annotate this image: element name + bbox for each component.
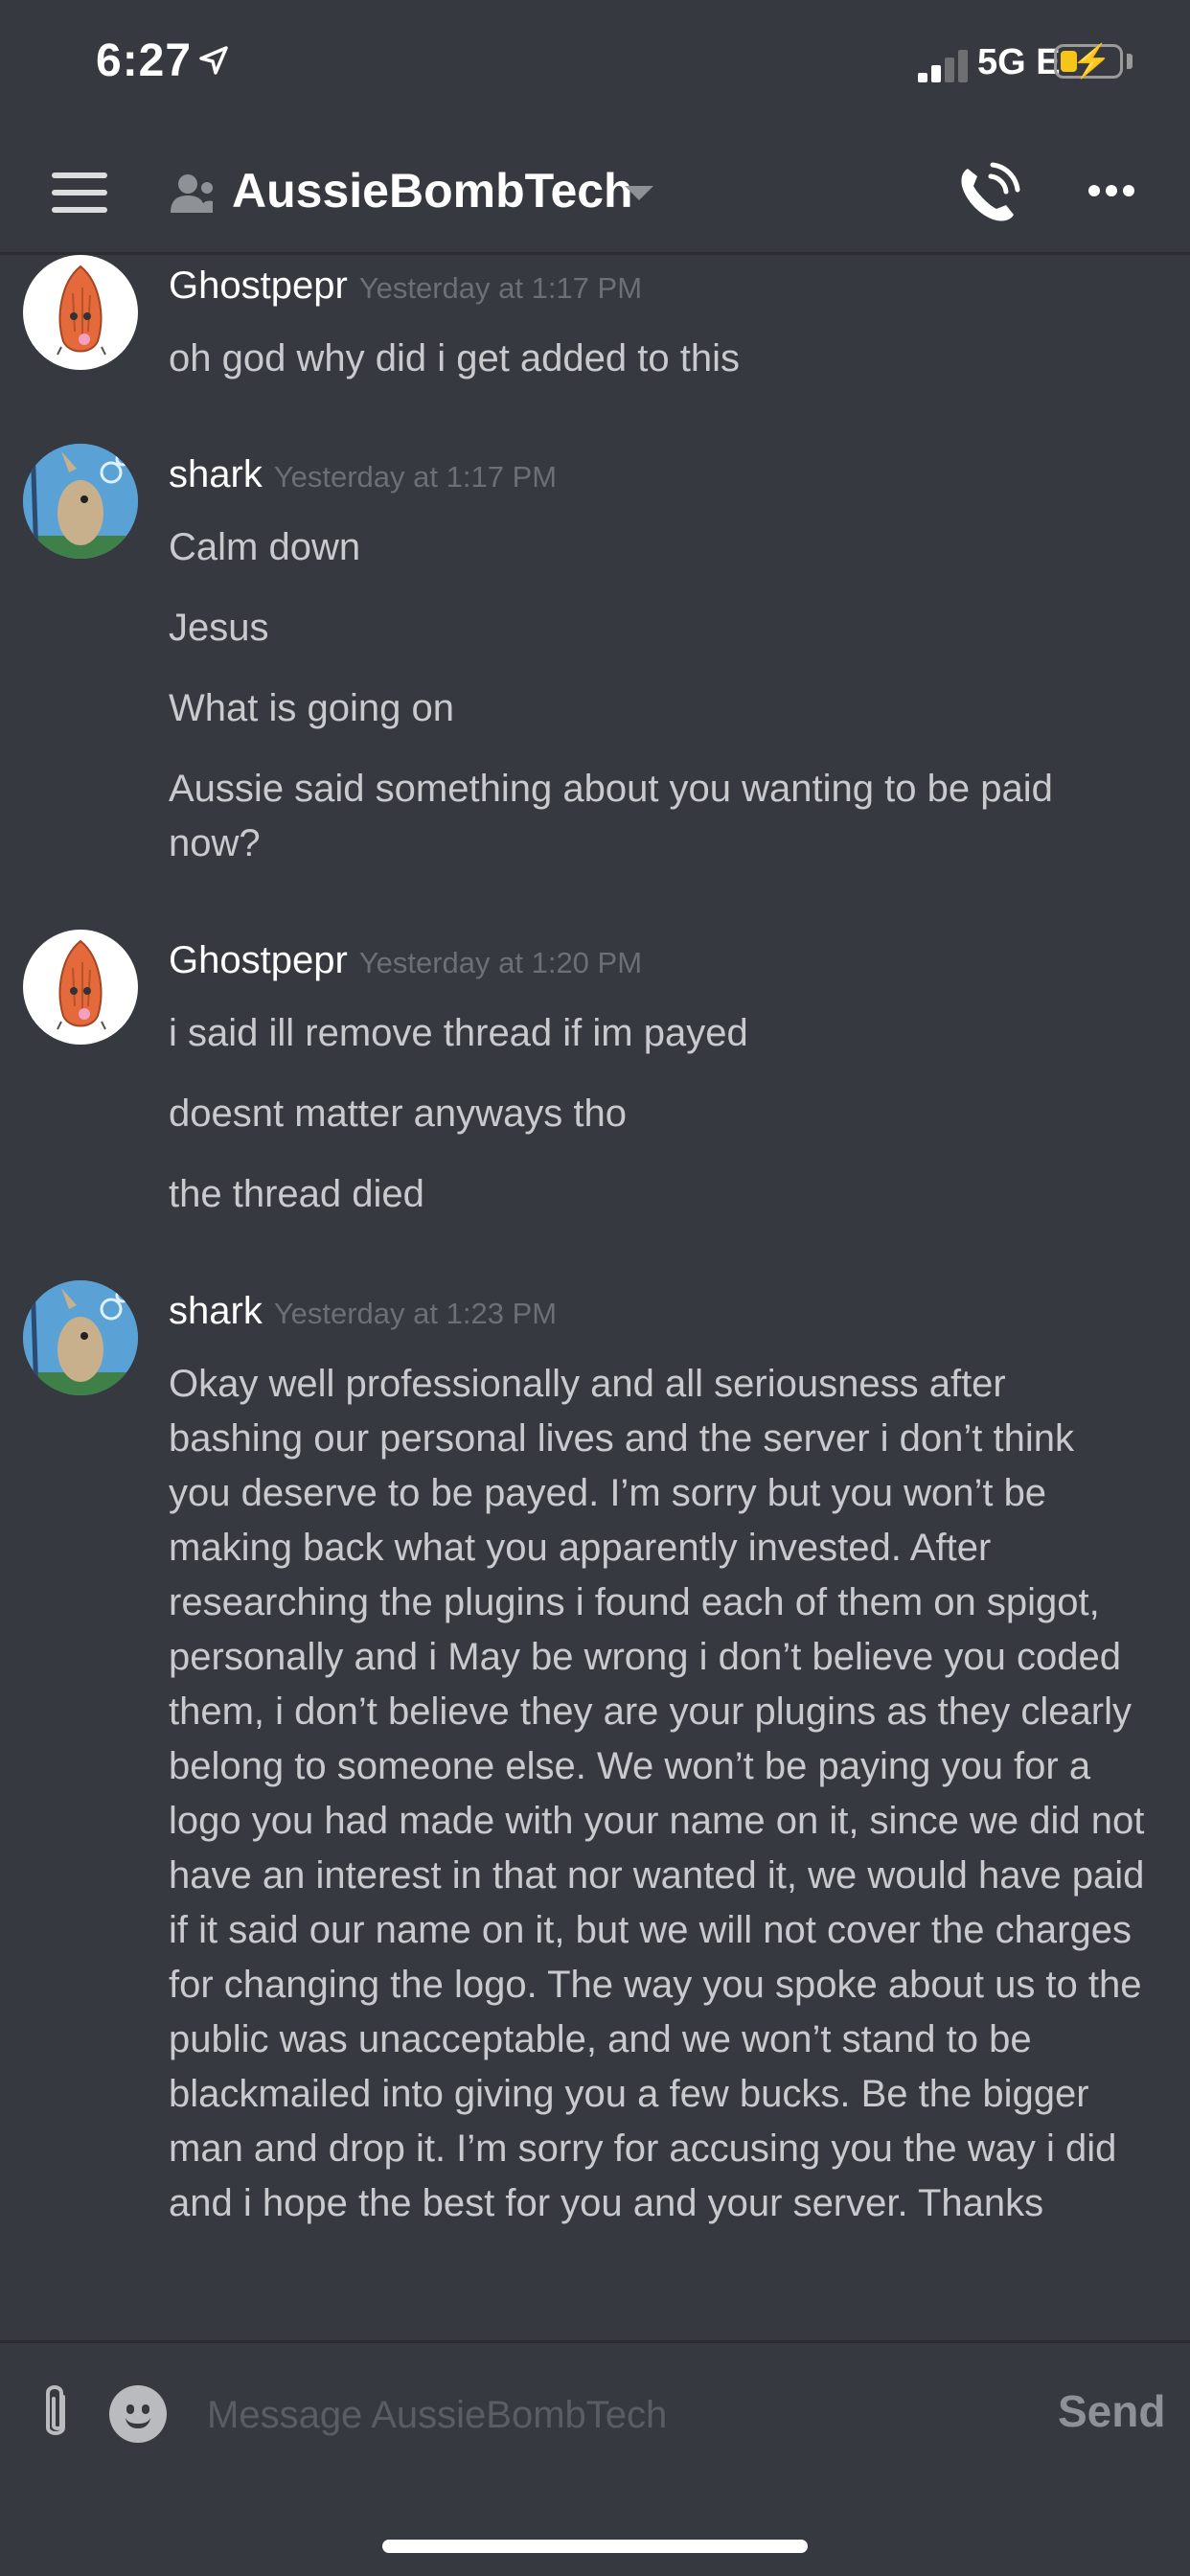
user-icon <box>171 174 213 213</box>
almond-avatar[interactable] <box>23 930 138 1045</box>
message-username[interactable]: Ghostpepr Yesterday at 1:20 PM <box>169 939 642 982</box>
status-time: 6:27 <box>96 35 193 86</box>
more-icon[interactable] <box>1088 184 1140 201</box>
message-username[interactable]: shark Yesterday at 1:23 PM <box>169 1290 557 1333</box>
home-indicator[interactable] <box>382 2540 808 2553</box>
shark-avatar[interactable] <box>23 1280 138 1395</box>
message-text: the thread died <box>169 1173 424 1215</box>
battery-cap <box>1127 54 1133 69</box>
message-timestamp: Yesterday at 1:17 PM <box>358 271 643 305</box>
message-timestamp: Yesterday at 1:23 PM <box>273 1297 558 1330</box>
almond-avatar[interactable] <box>23 255 138 370</box>
cellular-signal-icon <box>918 48 970 82</box>
channel-title[interactable]: AussieBombTech <box>232 163 633 218</box>
status-bar: 6:27 5G E ⚡ <box>0 0 1190 134</box>
message-timestamp: Yesterday at 1:20 PM <box>358 946 643 979</box>
message-username[interactable]: Ghostpepr Yesterday at 1:17 PM <box>169 264 642 308</box>
message-input[interactable] <box>205 2380 1033 2450</box>
message-text: Aussie said something about you wanting … <box>169 768 1053 864</box>
call-icon[interactable] <box>954 161 1021 228</box>
network-type: 5G E <box>977 42 1061 82</box>
chevron-down-icon[interactable] <box>625 186 653 200</box>
attach-icon[interactable] <box>34 2383 77 2445</box>
message-text: i said ill remove thread if im payed <box>169 1012 748 1054</box>
location-arrow-icon <box>199 46 228 75</box>
send-button[interactable]: Send <box>1058 2385 1165 2437</box>
message-username[interactable]: shark Yesterday at 1:17 PM <box>169 453 557 496</box>
message-timestamp: Yesterday at 1:17 PM <box>273 460 558 494</box>
menu-icon[interactable] <box>52 172 107 215</box>
shark-avatar[interactable] <box>23 444 138 559</box>
channel-header: AussieBombTech <box>0 134 1190 255</box>
message-text: What is going on <box>169 687 454 729</box>
message-text: doesnt matter anyways tho <box>169 1092 628 1135</box>
message-text: Calm down <box>169 526 361 568</box>
charging-bolt-icon: ⚡ <box>1071 43 1112 80</box>
message-text: Okay well professionally and all serious… <box>169 1363 1145 2224</box>
message-text: oh god why did i get added to this <box>169 337 740 380</box>
emoji-icon[interactable] <box>109 2385 167 2443</box>
message-text: Jesus <box>169 607 269 649</box>
